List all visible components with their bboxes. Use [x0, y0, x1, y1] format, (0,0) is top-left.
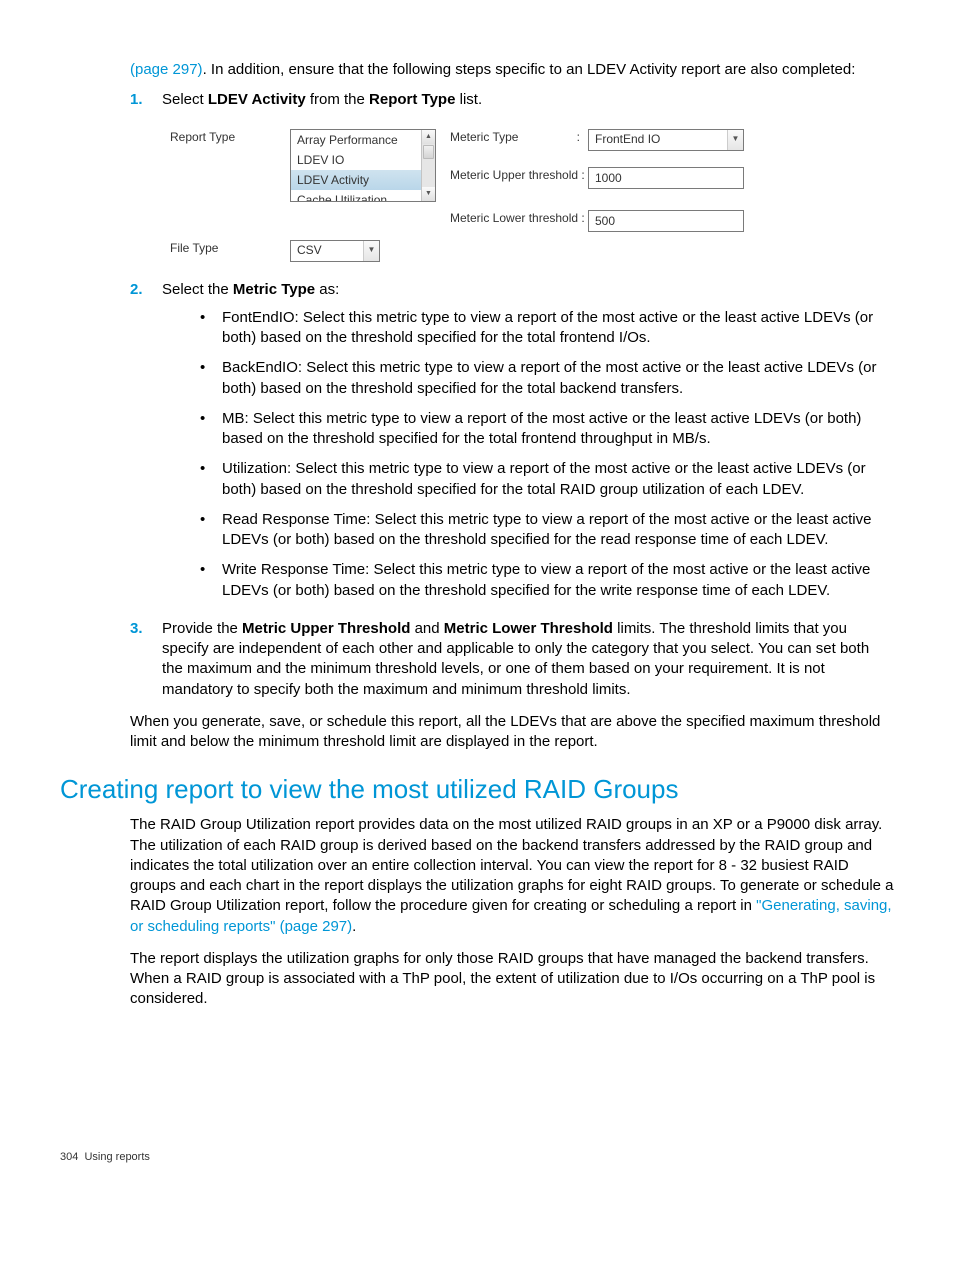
lower-threshold-input[interactable]: 500: [588, 210, 744, 232]
footer-section: Using reports: [84, 1151, 149, 1163]
file-type-label: File Type: [170, 232, 290, 262]
step-2: 2. Select the Metric Type as: •FontEndIO…: [130, 280, 894, 611]
bullet-icon: •: [194, 459, 222, 500]
page-ref-link[interactable]: (page 297): [130, 61, 203, 78]
report-type-label: Report Type: [170, 129, 290, 160]
bullet-item: •FontEndIO: Select this metric type to v…: [194, 308, 894, 349]
scroll-thumb[interactable]: [423, 145, 434, 159]
metric-type-value: FrontEnd IO: [589, 131, 727, 147]
list-item[interactable]: Array Performance: [291, 130, 421, 150]
bullet-item: •Read Response Time: Select this metric …: [194, 510, 894, 551]
chevron-down-icon[interactable]: ▼: [727, 130, 743, 150]
step-2-text: Select the Metric Type as:: [162, 280, 894, 300]
metric-type-bullets: •FontEndIO: Select this metric type to v…: [194, 308, 894, 601]
section-heading-raid: Creating report to view the most utilize…: [60, 772, 894, 807]
metric-type-label: Meteric Type :: [450, 129, 588, 160]
bullet-icon: •: [194, 308, 222, 349]
bullet-icon: •: [194, 358, 222, 399]
bullet-icon: •: [194, 560, 222, 601]
metric-type-dropdown[interactable]: FrontEnd IO ▼: [588, 129, 744, 151]
scroll-down-icon[interactable]: ▼: [422, 187, 435, 201]
bullet-item: •BackEndIO: Select this metric type to v…: [194, 358, 894, 399]
bullet-item: •Write Response Time: Select this metric…: [194, 560, 894, 601]
step-1-text: Select LDEV Activity from the Report Typ…: [162, 90, 894, 110]
bullet-icon: •: [194, 510, 222, 551]
intro-rest: . In addition, ensure that the following…: [203, 61, 856, 78]
step-1-number: 1.: [130, 90, 162, 114]
raid-paragraph-2: The report displays the utilization grap…: [130, 949, 894, 1010]
chevron-down-icon[interactable]: ▼: [363, 241, 379, 261]
bullet-icon: •: [194, 409, 222, 450]
bullet-item: •MB: Select this metric type to view a r…: [194, 409, 894, 450]
intro-paragraph: (page 297). In addition, ensure that the…: [130, 60, 894, 80]
step-2-number: 2.: [130, 280, 162, 611]
file-type-value: CSV: [291, 242, 363, 258]
step-1: 1. Select LDEV Activity from the Report …: [130, 90, 894, 114]
lower-threshold-label: Meteric Lower threshold :: [450, 202, 588, 232]
step-3-text: Provide the Metric Upper Threshold and M…: [162, 619, 894, 700]
page-footer: 304 Using reports: [60, 1150, 894, 1165]
report-type-listbox[interactable]: Array Performance LDEV IO LDEV Activity …: [290, 129, 436, 202]
raid-paragraph-1: The RAID Group Utilization report provid…: [130, 815, 894, 937]
list-item-selected[interactable]: LDEV Activity: [291, 170, 421, 190]
scroll-up-icon[interactable]: ▲: [422, 130, 435, 144]
list-item[interactable]: LDEV IO: [291, 150, 421, 170]
upper-threshold-label: Meteric Upper threshold :: [450, 159, 588, 201]
page-number: 304: [60, 1151, 78, 1163]
after-steps-paragraph: When you generate, save, or schedule thi…: [130, 712, 894, 753]
upper-threshold-input[interactable]: 1000: [588, 167, 744, 189]
listbox-scrollbar[interactable]: ▲ ▼: [421, 130, 435, 201]
bullet-item: •Utilization: Select this metric type to…: [194, 459, 894, 500]
step-3-number: 3.: [130, 619, 162, 704]
report-type-figure: Report Type Array Performance LDEV IO LD…: [170, 129, 894, 262]
file-type-dropdown[interactable]: CSV ▼: [290, 240, 380, 262]
list-item[interactable]: Cache Utilization: [291, 190, 421, 200]
step-3: 3. Provide the Metric Upper Threshold an…: [130, 619, 894, 704]
